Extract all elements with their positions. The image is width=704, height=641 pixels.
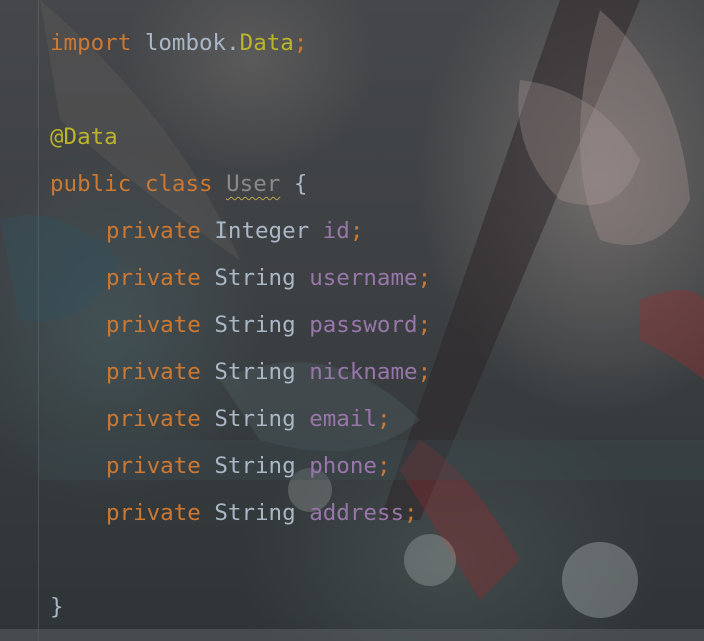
code-line[interactable]: private String address; [50,490,431,537]
code-token: ; [417,312,432,338]
horizontal-scrollbar[interactable] [0,629,704,641]
code-line[interactable]: private String username; [50,255,431,302]
code-token: id [322,218,350,244]
code-token: private [106,218,201,244]
code-line[interactable]: } [50,584,431,631]
code-token: class [144,171,213,197]
code-token: private [106,500,201,526]
code-token: Integer [214,218,310,244]
code-token: private [106,265,201,291]
code-line[interactable]: @Data [50,114,431,161]
code-token: String [214,406,296,432]
code-line[interactable]: private String phone; [50,443,431,490]
code-line[interactable]: public class User { [50,161,431,208]
code-token: private [106,312,201,338]
code-editor[interactable]: import lombok.Data; @Data public class Us… [0,0,704,641]
code-token: nickname [309,359,418,385]
code-token: ; [417,359,432,385]
code-token: password [309,312,418,338]
code-token: phone [309,453,377,479]
code-line[interactable]: private String email; [50,396,431,443]
code-token: private [106,406,201,432]
code-token: public [50,171,132,197]
code-area[interactable]: import lombok.Data; @Data public class Us… [50,20,431,631]
code-token: private [106,453,201,479]
code-token: import [50,30,132,56]
code-token: @Data [50,124,118,150]
code-line[interactable]: private Integer id; [50,208,431,255]
code-line[interactable] [50,67,431,114]
code-token: lombok. [144,30,240,56]
code-token: String [214,312,296,338]
code-token: String [214,265,296,291]
code-token: address [309,500,405,526]
code-token: ; [349,218,364,244]
code-token: User [226,171,281,197]
code-token: ; [417,265,432,291]
code-line[interactable]: private String nickname; [50,349,431,396]
code-token: ; [376,453,391,479]
code-token: Data [239,30,294,56]
code-token: username [309,265,418,291]
gutter-separator [38,0,39,641]
code-token: email [309,406,377,432]
code-token: ; [376,406,391,432]
code-token: private [106,359,201,385]
code-token: { [280,171,308,197]
code-line[interactable] [50,537,431,584]
code-line[interactable]: private String password; [50,302,431,349]
code-token: String [214,453,296,479]
code-token: ; [404,500,418,526]
code-token: String [214,359,296,385]
code-line[interactable]: import lombok.Data; [50,20,431,67]
code-token: } [50,594,64,620]
code-token: ; [293,30,308,56]
code-token: String [214,500,296,526]
